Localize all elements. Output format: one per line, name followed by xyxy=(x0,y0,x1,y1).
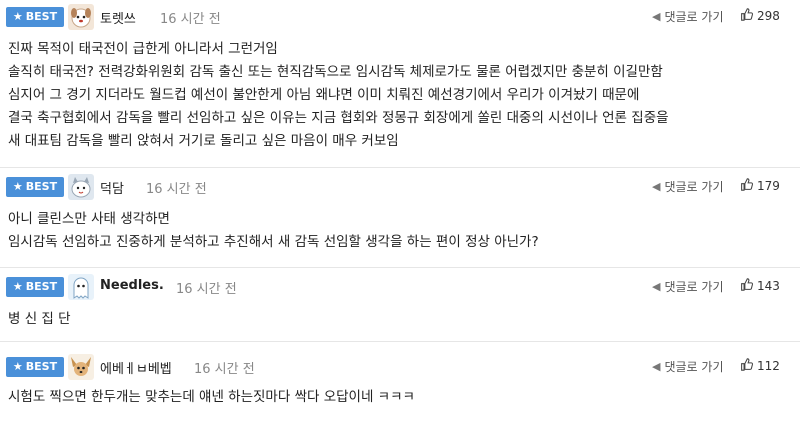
reply-link[interactable]: ◀ 댓글로 가기 xyxy=(652,358,723,375)
comment-item: ★ BEST Needles. 16 시간 전 ◀ 댓글로 가기 143 병 신… xyxy=(0,270,800,342)
comment-line: 진짜 목적이 태국전이 급한게 아니라서 그런거임 xyxy=(8,41,278,57)
reply-arrow-icon: ◀ xyxy=(652,180,661,193)
comment-time: 16 시간 전 xyxy=(176,282,237,297)
like-count: 298 xyxy=(757,9,780,23)
comment-nickname[interactable]: Needles. xyxy=(100,278,164,293)
comment-line: 임시감독 선임하고 진중하게 분석하고 추진해서 새 감독 선임할 생각을 하는… xyxy=(8,234,539,250)
reply-link-label: 댓글로 가기 xyxy=(664,10,724,24)
ghost-avatar-icon[interactable] xyxy=(68,274,94,300)
comment-header: ★ BEST 토렛쓰 16 시간 전 ◀ 댓글로 가기 298 xyxy=(0,0,800,34)
best-badge: ★ BEST xyxy=(6,357,64,377)
reply-arrow-icon: ◀ xyxy=(652,360,661,373)
comment-nickname[interactable]: 토렛쓰 xyxy=(100,8,136,27)
comment-time: 16 시간 전 xyxy=(160,12,221,27)
like-button[interactable]: 298 xyxy=(740,8,780,24)
comment-time: 16 시간 전 xyxy=(146,182,207,197)
best-badge-label: BEST xyxy=(25,280,58,293)
reply-link[interactable]: ◀ 댓글로 가기 xyxy=(652,278,723,295)
comment-line: 심지어 그 경기 지더라도 월드컵 예선이 불안한게 아님 왜냐면 이미 치뤄진… xyxy=(8,87,640,103)
comment-line: 새 대표팀 감독을 빨리 앉혀서 거기로 돌리고 싶은 마음이 매우 커보임 xyxy=(8,133,399,149)
best-badge: ★ BEST xyxy=(6,7,64,27)
comment-nickname[interactable]: 덕담 xyxy=(100,178,124,197)
best-badge-label: BEST xyxy=(25,10,58,23)
like-button[interactable]: 112 xyxy=(740,358,780,374)
comment-line: 아니 클린스만 사태 생각하면 xyxy=(8,211,170,227)
like-button[interactable]: 143 xyxy=(740,278,780,294)
dog-avatar-icon[interactable] xyxy=(68,4,94,30)
comment-item: ★ BEST 에베ㅔㅂ베벱 16 시간 전 ◀ 댓글로 가기 112 시험도 찍… xyxy=(0,350,800,428)
thumbs-up-icon xyxy=(740,178,753,194)
comment-header: ★ BEST Needles. 16 시간 전 ◀ 댓글로 가기 143 xyxy=(0,270,800,304)
like-count: 112 xyxy=(757,359,780,373)
star-icon: ★ xyxy=(12,180,23,193)
best-badge: ★ BEST xyxy=(6,277,64,297)
chihuahua-avatar-icon[interactable] xyxy=(68,354,94,380)
reply-link[interactable]: ◀ 댓글로 가기 xyxy=(652,178,723,195)
comment-body: 아니 클린스만 사태 생각하면 임시감독 선임하고 진중하게 분석하고 추진해서… xyxy=(8,208,539,254)
like-button[interactable]: 179 xyxy=(740,178,780,194)
comment-line: 결국 축구협회에서 감독을 빨리 선임하고 싶은 이유는 지금 협회와 정몽규 … xyxy=(8,110,669,126)
star-icon: ★ xyxy=(12,10,23,23)
comment-line: 병 신 집 단 xyxy=(8,311,71,327)
comment-header: ★ BEST 덕담 16 시간 전 ◀ 댓글로 가기 179 xyxy=(0,170,800,204)
star-icon: ★ xyxy=(12,360,23,373)
comment-header: ★ BEST 에베ㅔㅂ베벱 16 시간 전 ◀ 댓글로 가기 112 xyxy=(0,350,800,384)
comment-body: 병 신 집 단 xyxy=(8,308,71,331)
best-badge-label: BEST xyxy=(25,180,58,193)
reply-link[interactable]: ◀ 댓글로 가기 xyxy=(652,8,723,25)
thumbs-up-icon xyxy=(740,8,753,24)
reply-arrow-icon: ◀ xyxy=(652,280,661,293)
best-badge: ★ BEST xyxy=(6,177,64,197)
comment-body: 시험도 찍으면 한두개는 맞추는데 얘넨 하는짓마다 싹다 오답이네 ㅋㅋㅋ xyxy=(8,386,415,409)
cat-avatar-icon[interactable] xyxy=(68,174,94,200)
reply-link-label: 댓글로 가기 xyxy=(664,180,724,194)
thumbs-up-icon xyxy=(740,358,753,374)
reply-link-label: 댓글로 가기 xyxy=(664,360,724,374)
star-icon: ★ xyxy=(12,280,23,293)
comment-line: 솔직히 태국전? 전력강화위원회 감독 출신 또는 현직감독으로 임시감독 체제… xyxy=(8,64,663,80)
comment-line: 시험도 찍으면 한두개는 맞추는데 얘넨 하는짓마다 싹다 오답이네 ㅋㅋㅋ xyxy=(8,389,415,405)
comment-item: ★ BEST 토렛쓰 16 시간 전 ◀ 댓글로 가기 298 진짜 목적이 태… xyxy=(0,0,800,168)
like-count: 143 xyxy=(757,279,780,293)
reply-arrow-icon: ◀ xyxy=(652,10,661,23)
comment-nickname[interactable]: 에베ㅔㅂ베벱 xyxy=(100,358,172,377)
thumbs-up-icon xyxy=(740,278,753,294)
best-badge-label: BEST xyxy=(25,360,58,373)
like-count: 179 xyxy=(757,179,780,193)
comment-time: 16 시간 전 xyxy=(194,362,255,377)
comment-item: ★ BEST 덕담 16 시간 전 ◀ 댓글로 가기 179 아니 클린스만 사… xyxy=(0,170,800,268)
comment-body: 진짜 목적이 태국전이 급한게 아니라서 그런거임 솔직히 태국전? 전력강화위… xyxy=(8,38,669,153)
reply-link-label: 댓글로 가기 xyxy=(664,280,724,294)
